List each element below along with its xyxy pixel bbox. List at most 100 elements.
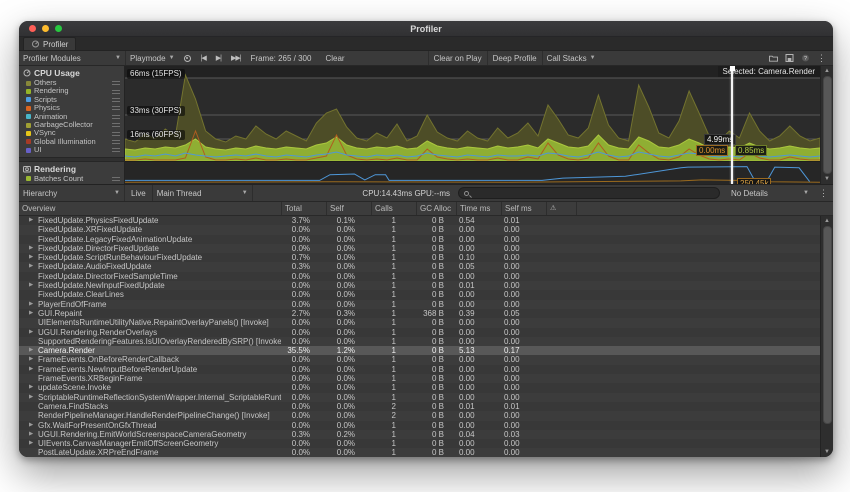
table-row[interactable]: ▶FixedUpdate.DirectorFixedUpdate0.0%0.0%… xyxy=(19,244,833,253)
table-row[interactable]: ▶FixedUpdate.PhysicsFixedUpdate3.7%0.1%1… xyxy=(19,216,833,225)
table-row[interactable]: ▶FixedUpdate.NewInputFixedUpdate0.0%0.0%… xyxy=(19,281,833,290)
expand-arrow-icon[interactable]: ▶ xyxy=(29,393,38,402)
record-button[interactable] xyxy=(179,51,196,65)
expand-arrow-icon[interactable]: ▶ xyxy=(29,365,38,374)
drag-handle-icon[interactable] xyxy=(112,132,120,136)
legend-item-batches-count[interactable]: Batches Count xyxy=(19,175,124,183)
profiler-modules-dropdown[interactable]: Profiler Modules ▼ xyxy=(19,51,125,65)
minimize-window-button[interactable] xyxy=(42,25,49,32)
column-self-ms[interactable]: Self ms xyxy=(501,202,546,215)
scroll-up-icon[interactable]: ▲ xyxy=(824,217,830,225)
selected-frame-marker[interactable] xyxy=(731,66,733,184)
clear-button[interactable]: Clear xyxy=(320,51,349,65)
thread-dropdown[interactable]: Main Thread ▼ xyxy=(153,185,253,201)
expand-arrow-icon[interactable]: ▶ xyxy=(29,309,38,318)
expand-arrow-icon[interactable]: ▶ xyxy=(29,253,38,262)
table-row[interactable]: ▶Camera.Render35.5%1.2%10 B5.130.17 xyxy=(19,346,833,355)
previous-frame-button[interactable]: |◀ xyxy=(196,51,211,65)
drag-handle-icon[interactable] xyxy=(112,81,120,85)
load-profile-icon[interactable] xyxy=(769,54,778,62)
table-row[interactable]: ▶ScriptableRuntimeReflectionSystemWrappe… xyxy=(19,393,833,402)
column-total[interactable]: Total xyxy=(281,202,326,215)
legend-item-ui[interactable]: UI xyxy=(19,146,124,154)
scroll-down-icon[interactable]: ▼ xyxy=(824,448,830,456)
expand-arrow-icon[interactable]: ▶ xyxy=(29,355,38,364)
expand-arrow-icon[interactable]: ▶ xyxy=(29,346,38,355)
column-self[interactable]: Self xyxy=(326,202,371,215)
drag-handle-icon[interactable] xyxy=(112,90,120,94)
next-frame-button[interactable]: ▶| xyxy=(211,51,226,65)
chart-scrollbar[interactable]: ▲ ▼ xyxy=(820,66,833,184)
drag-handle-icon[interactable] xyxy=(112,123,120,127)
expand-arrow-icon[interactable]: ▶ xyxy=(29,281,38,290)
table-row[interactable]: PostLateUpdate.XRPreEndFrame0.0%0.0%10 B… xyxy=(19,448,833,457)
table-row[interactable]: ▶FrameEvents.OnBeforeRenderCallback0.0%0… xyxy=(19,355,833,364)
table-row[interactable]: ▶FrameEvents.NewInputBeforeRenderUpdate0… xyxy=(19,365,833,374)
table-row[interactable]: ▶GUI.Repaint2.7%0.3%1368 B0.390.05 xyxy=(19,309,833,318)
expand-arrow-icon[interactable]: ▶ xyxy=(29,328,38,337)
drag-handle-icon[interactable] xyxy=(112,98,120,102)
details-view-dropdown[interactable]: No Details ▼ xyxy=(726,185,814,201)
drag-handle-icon[interactable] xyxy=(112,140,120,144)
playmode-dropdown[interactable]: Playmode ▼ xyxy=(126,51,179,65)
table-row[interactable]: ▶UGUI.Rendering.RenderOverlays0.0%0.0%10… xyxy=(19,328,833,337)
table-row[interactable]: SupportedRenderingFeatures.IsUIOverlayRe… xyxy=(19,337,833,346)
rendering-chart[interactable]: 250.45k xyxy=(125,161,820,184)
expand-arrow-icon[interactable]: ▶ xyxy=(29,421,38,430)
search-input[interactable] xyxy=(472,188,714,198)
clear-on-play-toggle[interactable]: Clear on Play xyxy=(429,51,487,65)
expand-arrow-icon[interactable]: ▶ xyxy=(29,244,38,253)
live-toggle[interactable]: Live xyxy=(125,185,153,201)
table-row[interactable]: FixedUpdate.ClearLines0.0%0.0%10 B0.000.… xyxy=(19,290,833,299)
frame-marker-handle[interactable] xyxy=(730,66,735,71)
table-row[interactable]: ▶UIEvents.CanvasManagerEmitOffScreenGeom… xyxy=(19,439,833,448)
help-icon[interactable]: ? xyxy=(801,54,810,62)
table-row[interactable]: Camera.FindStacks0.0%0.0%20 B0.010.01 xyxy=(19,402,833,411)
column-calls[interactable]: Calls xyxy=(371,202,416,215)
table-row[interactable]: ▶FixedUpdate.AudioFixedUpdate0.3%0.0%10 … xyxy=(19,262,833,271)
drag-handle-icon[interactable] xyxy=(112,106,120,110)
table-row[interactable]: FixedUpdate.LegacyFixedAnimationUpdate0.… xyxy=(19,235,833,244)
window-menu-icon[interactable]: ⋮ xyxy=(817,53,826,64)
drag-handle-icon[interactable] xyxy=(112,177,120,181)
expand-arrow-icon[interactable]: ▶ xyxy=(29,216,38,225)
expand-arrow-icon[interactable]: ▶ xyxy=(29,262,38,271)
scroll-up-icon[interactable]: ▲ xyxy=(824,67,830,75)
close-window-button[interactable] xyxy=(29,25,36,32)
chart-scrollbar-thumb[interactable] xyxy=(823,76,832,174)
view-mode-dropdown[interactable]: Hierarchy ▼ xyxy=(19,185,125,201)
table-row[interactable]: ▶UGUI.Rendering.EmitWorldScreenspaceCame… xyxy=(19,430,833,439)
table-row[interactable]: FrameEvents.XRBeginFrame0.0%0.0%10 B0.00… xyxy=(19,374,833,383)
column-gc-alloc[interactable]: GC Alloc xyxy=(416,202,456,215)
current-frame-button[interactable]: ▶▶| xyxy=(226,51,246,65)
pane-menu-icon[interactable]: ⋮ xyxy=(814,188,833,199)
tab-profiler[interactable]: Profiler xyxy=(23,37,76,50)
scroll-down-icon[interactable]: ▼ xyxy=(824,175,830,183)
table-row[interactable]: ▶PlayerEndOfFrame0.0%0.0%10 B0.000.00 xyxy=(19,300,833,309)
expand-arrow-icon[interactable]: ▶ xyxy=(29,300,38,309)
search-field[interactable] xyxy=(458,187,720,199)
table-row[interactable]: RenderPipelineManager.HandleRenderPipeli… xyxy=(19,411,833,420)
expand-arrow-icon[interactable]: ▶ xyxy=(29,430,38,439)
table-row[interactable]: FixedUpdate.DirectorFixedSampleTime0.0%0… xyxy=(19,272,833,281)
deep-profile-toggle[interactable]: Deep Profile xyxy=(488,51,542,65)
chart-area[interactable]: 66ms (15FPS) 33ms (30FPS) 16ms (60FPS) S… xyxy=(125,66,820,184)
table-scrollbar-thumb[interactable] xyxy=(823,226,832,424)
expand-arrow-icon[interactable]: ▶ xyxy=(29,439,38,448)
save-profile-icon[interactable] xyxy=(785,54,794,62)
table-row[interactable]: ▶Gfx.WaitForPresentOnGfxThread0.0%0.0%10… xyxy=(19,421,833,430)
expand-arrow-icon[interactable]: ▶ xyxy=(29,383,38,392)
table-row[interactable]: UIElementsRuntimeUtilityNative.RepaintOv… xyxy=(19,318,833,327)
drag-handle-icon[interactable] xyxy=(112,148,120,152)
drag-handle-icon[interactable] xyxy=(112,115,120,119)
table-row[interactable]: ▶updateScene.Invoke0.0%0.0%10 B0.000.00 xyxy=(19,383,833,392)
zoom-window-button[interactable] xyxy=(55,25,62,32)
table-row[interactable]: ▶FixedUpdate.ScriptRunBehaviourFixedUpda… xyxy=(19,253,833,262)
column-overview[interactable]: Overview xyxy=(19,202,281,215)
module-header-rendering[interactable]: Rendering xyxy=(19,162,124,175)
column-time-ms[interactable]: Time ms xyxy=(456,202,501,215)
table-scrollbar[interactable]: ▲ ▼ xyxy=(820,216,833,457)
column-warnings[interactable]: ⚠ xyxy=(546,202,576,215)
cpu-usage-chart[interactable]: 66ms (15FPS) 33ms (30FPS) 16ms (60FPS) S… xyxy=(125,66,820,161)
table-row[interactable]: FixedUpdate.XRFixedUpdate0.0%0.0%10 B0.0… xyxy=(19,225,833,234)
